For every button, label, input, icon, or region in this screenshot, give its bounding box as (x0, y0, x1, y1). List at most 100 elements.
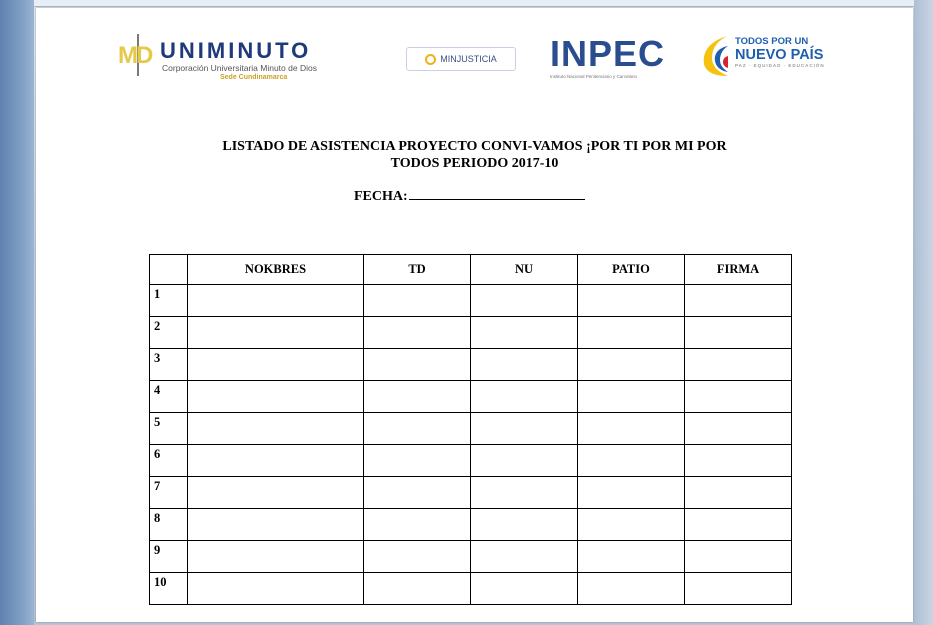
row-number: 4 (149, 380, 188, 413)
nombres-cell[interactable] (187, 540, 364, 573)
minjusticia-label: MINJUSTICIA (440, 54, 497, 64)
document-viewer: MD UNIMINUTO Corporación Universitaria M… (0, 0, 933, 625)
date-field: FECHA: (354, 186, 585, 205)
patio-cell[interactable] (577, 348, 685, 381)
date-blank-line[interactable] (408, 186, 585, 200)
firma-cell[interactable] (684, 412, 792, 445)
td-cell[interactable] (363, 476, 471, 509)
table-row: 4 (149, 380, 792, 413)
viewer-right-margin (914, 0, 933, 625)
table-header-row: NOKBRES TD NU PATIO FIRMA (149, 254, 792, 285)
nombres-cell[interactable] (187, 316, 364, 349)
nu-cell[interactable] (470, 348, 578, 381)
nombres-cell[interactable] (187, 508, 364, 541)
header-patio: PATIO (577, 254, 685, 285)
nu-cell[interactable] (470, 572, 578, 605)
row-number: 8 (149, 508, 188, 541)
firma-cell[interactable] (684, 444, 792, 477)
nu-cell[interactable] (470, 540, 578, 573)
nu-cell[interactable] (470, 508, 578, 541)
header-firma: FIRMA (684, 254, 792, 285)
patio-cell[interactable] (577, 476, 685, 509)
nombres-cell[interactable] (187, 380, 364, 413)
firma-cell[interactable] (684, 572, 792, 605)
inpec-subtitle: Instituto Nacional Penitenciario y Carce… (550, 74, 638, 79)
firma-cell[interactable] (684, 540, 792, 573)
todos-por-un-nuevo-pais-logo: TODOS POR UN NUEVO PAÍS PAZ · EQUIDAD · … (735, 37, 825, 69)
table-row: 1 (149, 284, 792, 317)
patio-cell[interactable] (577, 444, 685, 477)
nu-cell[interactable] (470, 316, 578, 349)
firma-cell[interactable] (684, 476, 792, 509)
patio-cell[interactable] (577, 412, 685, 445)
table-row: 9 (149, 540, 792, 573)
patio-cell[interactable] (577, 540, 685, 573)
nombres-cell[interactable] (187, 348, 364, 381)
document-title: LISTADO DE ASISTENCIA PROYECTO CONVI-VAM… (36, 138, 913, 172)
header-number (149, 254, 188, 285)
nu-cell[interactable] (470, 380, 578, 413)
td-cell[interactable] (363, 316, 471, 349)
td-cell[interactable] (363, 412, 471, 445)
colombia-flag-icon (703, 36, 728, 76)
table-row: 5 (149, 412, 792, 445)
td-cell[interactable] (363, 540, 471, 573)
table-row: 3 (149, 348, 792, 381)
nu-cell[interactable] (470, 284, 578, 317)
nombres-cell[interactable] (187, 572, 364, 605)
row-number: 1 (149, 284, 188, 317)
nombres-cell[interactable] (187, 284, 364, 317)
td-cell[interactable] (363, 572, 471, 605)
row-number: 9 (149, 540, 188, 573)
firma-cell[interactable] (684, 508, 792, 541)
inpec-logo: INPEC (550, 33, 666, 74)
header-nu: NU (470, 254, 578, 285)
row-number: 7 (149, 476, 188, 509)
td-cell[interactable] (363, 284, 471, 317)
uniminuto-subtitle: Corporación Universitaria Minuto de Dios (162, 63, 317, 73)
todos-line-2: NUEVO PAÍS (735, 46, 824, 63)
firma-cell[interactable] (684, 284, 792, 317)
nu-cell[interactable] (470, 412, 578, 445)
table-row: 10 (149, 572, 792, 605)
nombres-cell[interactable] (187, 412, 364, 445)
nombres-cell[interactable] (187, 476, 364, 509)
attendance-table: NOKBRES TD NU PATIO FIRMA 1 2 3 4 5 6 7 8 9 10 (149, 254, 792, 605)
md-logo: MD (118, 42, 153, 69)
table-row: 6 (149, 444, 792, 477)
td-cell[interactable] (363, 348, 471, 381)
firma-cell[interactable] (684, 316, 792, 349)
td-cell[interactable] (363, 508, 471, 541)
table-row: 8 (149, 508, 792, 541)
seal-icon (425, 53, 437, 65)
nombres-cell[interactable] (187, 444, 364, 477)
date-label: FECHA: (354, 189, 408, 204)
td-cell[interactable] (363, 444, 471, 477)
uniminuto-sede: Sede Cundinamarca (220, 74, 288, 81)
firma-cell[interactable] (684, 380, 792, 413)
td-cell[interactable] (363, 380, 471, 413)
document-page: MD UNIMINUTO Corporación Universitaria M… (36, 8, 913, 622)
todos-line-1: TODOS POR UN (735, 36, 809, 47)
header-td: TD (363, 254, 471, 285)
header-nombres: NOKBRES (187, 254, 364, 285)
patio-cell[interactable] (577, 380, 685, 413)
row-number: 5 (149, 412, 188, 445)
patio-cell[interactable] (577, 508, 685, 541)
nu-cell[interactable] (470, 444, 578, 477)
firma-cell[interactable] (684, 348, 792, 381)
minjusticia-logo: MINJUSTICIA (406, 47, 516, 71)
title-line-2: TODOS PERIODO 2017-10 (390, 156, 559, 171)
patio-cell[interactable] (577, 572, 685, 605)
viewer-left-margin (0, 0, 34, 625)
patio-cell[interactable] (577, 284, 685, 317)
header-logos: MD UNIMINUTO Corporación Universitaria M… (110, 28, 830, 88)
row-number: 10 (149, 572, 188, 605)
row-number: 6 (149, 444, 188, 477)
row-number: 2 (149, 316, 188, 349)
patio-cell[interactable] (577, 316, 685, 349)
viewer-top-edge (0, 0, 933, 7)
table-row: 7 (149, 476, 792, 509)
todos-line-3: PAZ · EQUIDAD · EDUCACIÓN (735, 63, 825, 68)
nu-cell[interactable] (470, 476, 578, 509)
